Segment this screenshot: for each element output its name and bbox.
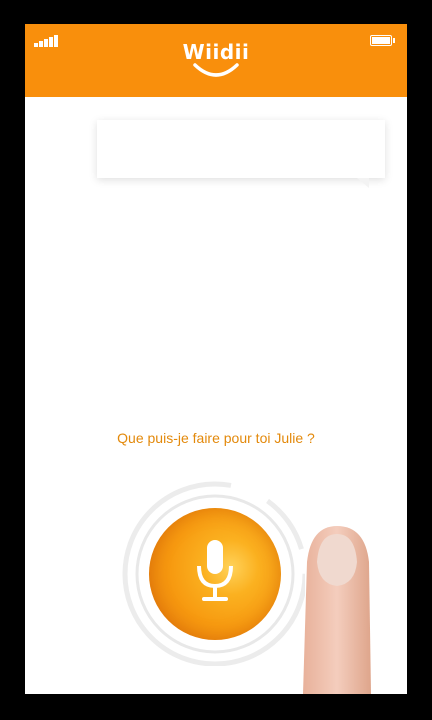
microphone-icon (197, 540, 233, 601)
finger-illustration (303, 526, 371, 694)
microphone-button[interactable] (149, 508, 281, 640)
chat-bubble (97, 120, 385, 188)
voice-control (115, 476, 308, 667)
app-header: Wiidii (25, 24, 407, 97)
chat-bubble-tail (357, 178, 369, 188)
battery-icon (370, 35, 395, 46)
phone-screen: Wiidii Que puis-je faire pour toi Julie … (25, 24, 407, 694)
smile-icon (193, 63, 239, 77)
assistant-prompt: Que puis-je faire pour toi Julie ? (117, 430, 315, 446)
